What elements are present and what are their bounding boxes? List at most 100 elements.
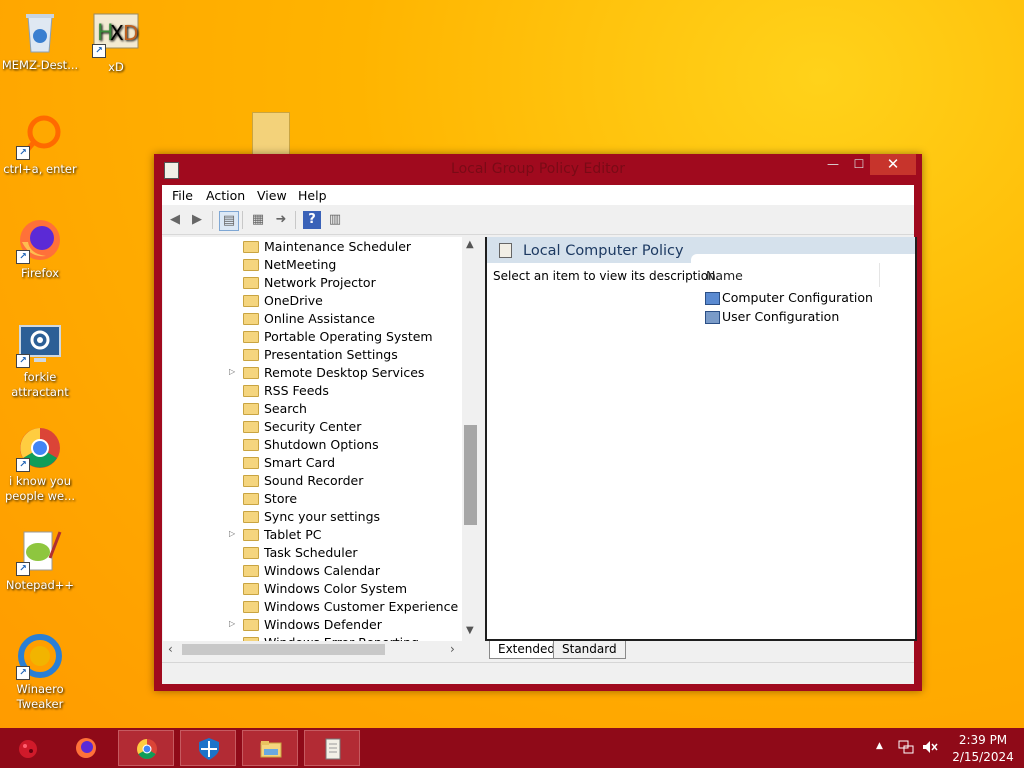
tree-item[interactable]: Windows Customer Experience Impro (163, 598, 479, 616)
tree-item[interactable]: Portable Operating System (163, 328, 463, 346)
policy-icon (499, 243, 512, 258)
properties-icon[interactable]: ▦ (249, 211, 267, 229)
tree-item[interactable]: ▷ Remote Desktop Services (163, 364, 463, 382)
tree-item[interactable]: ▷ Windows Defender (163, 616, 463, 634)
tree-item-label: RSS Feeds (264, 383, 329, 398)
shortcut-arrow-icon: ↗ (16, 666, 30, 680)
tree-item[interactable]: Sound Recorder (163, 472, 463, 490)
toolbar-separator (212, 211, 213, 229)
tree-item[interactable]: RSS Feeds (163, 382, 463, 400)
tree-item[interactable]: Maintenance Scheduler (163, 238, 463, 256)
tree-item[interactable]: NetMeeting (163, 256, 463, 274)
taskbar-group-policy-editor[interactable] (304, 730, 360, 766)
group-policy-editor-window: Local Group Policy Editor — ☐ ✕ File Act… (154, 154, 922, 691)
scroll-up-icon[interactable]: ▲ (466, 239, 474, 250)
menu-file[interactable]: File (172, 188, 193, 203)
list-header-area (691, 254, 915, 263)
desktop-icon-forkie-attractant[interactable]: ↗ forkie attractant (0, 320, 80, 400)
chrome-icon: ↗ (16, 424, 64, 472)
details-title: Local Computer Policy (523, 243, 684, 259)
tree-item[interactable]: Windows Color System (163, 580, 463, 598)
tree-item[interactable]: ▷ Tablet PC (163, 526, 463, 544)
scroll-left-icon[interactable]: ‹ (168, 642, 173, 656)
tree-vertical-scrollbar[interactable]: ▲ ▼ (462, 237, 479, 641)
tree-item[interactable]: Online Assistance (163, 310, 463, 328)
tree-item-label: Windows Customer Experience Impro (264, 599, 479, 614)
tree-item[interactable]: Store (163, 490, 463, 508)
folder-icon (243, 259, 259, 271)
desktop-icon-ctrl-a-enter[interactable]: ↗ ctrl+a, enter (0, 112, 80, 177)
title-bar[interactable]: Local Group Policy Editor — ☐ ✕ (154, 154, 922, 184)
desktop-icon-notepad-plus-plus[interactable]: ↗ Notepad++ (0, 528, 80, 593)
help-icon[interactable]: ? (303, 211, 321, 229)
folder-icon (243, 313, 259, 325)
desktop-icon-firefox[interactable]: ↗ Firefox (0, 216, 80, 281)
tree-item[interactable]: Network Projector (163, 274, 463, 292)
desktop-icon-winaero-tweaker[interactable]: ↗ Winaero Tweaker (0, 632, 80, 712)
window-client-area: File Action View Help ◀ ▶ ▤ ▦ ➜ ? ▥ Main… (162, 185, 917, 684)
details-pane: Local Computer Policy Select an item to … (485, 237, 917, 641)
menu-view[interactable]: View (257, 188, 287, 203)
tree-item[interactable]: Shutdown Options (163, 436, 463, 454)
show-hidden-icons-icon[interactable]: ▲ (876, 741, 883, 751)
toolbar-separator (295, 211, 296, 229)
policy-tree: Maintenance Scheduler NetMeeting Network P… (163, 237, 479, 641)
tree-item-label: NetMeeting (264, 257, 337, 272)
taskbar-file-explorer[interactable] (242, 730, 298, 766)
menu-action[interactable]: Action (206, 188, 245, 203)
tree-item[interactable]: Presentation Settings (163, 346, 463, 364)
tree-item[interactable]: Windows Error Reporting (163, 634, 463, 641)
expand-arrow-icon[interactable]: ▷ (229, 367, 235, 376)
tree-item-label: Search (264, 401, 307, 416)
start-button[interactable] (0, 730, 56, 766)
tree-item-label: Sync your settings (264, 509, 381, 524)
clock-date[interactable]: 2/15/2024 (950, 750, 1016, 764)
taskbar-firefox[interactable] (58, 730, 114, 766)
desktop-folder-icon[interactable] (252, 112, 290, 158)
winaero-tweaker-icon: ↗ (16, 632, 64, 680)
tab-standard[interactable]: Standard (553, 641, 626, 659)
desktop-icon-recycle-bin[interactable]: MEMZ-Dest... (0, 8, 80, 73)
tree-item-label: Task Scheduler (264, 545, 358, 560)
expand-arrow-icon[interactable]: ▷ (229, 619, 235, 628)
tree-item-label: Windows Defender (264, 617, 382, 632)
tree-item[interactable]: Search (163, 400, 463, 418)
desktop-icon-xd[interactable]: HXD ↗ xD (76, 10, 156, 75)
minimize-button[interactable]: — (820, 154, 846, 175)
tree-item[interactable]: Security Center (163, 418, 463, 436)
desktop-icon-label: ctrl+a, enter (3, 162, 77, 176)
folder-icon (243, 619, 259, 631)
close-button[interactable]: ✕ (870, 154, 916, 175)
scroll-down-icon[interactable]: ▼ (466, 625, 474, 636)
magnifier-icon: ↗ (16, 112, 64, 160)
taskbar-defender[interactable] (180, 730, 236, 766)
shortcut-arrow-icon: ↗ (16, 250, 30, 264)
desktop-icon-chrome[interactable]: ↗ i know you people we... (0, 424, 80, 504)
tree-item[interactable]: Task Scheduler (163, 544, 463, 562)
network-icon[interactable] (898, 739, 914, 758)
tree-item-label: Windows Calendar (264, 563, 380, 578)
tree-horizontal-scrollbar[interactable]: ‹ › (163, 641, 463, 658)
taskbar-chrome[interactable] (118, 730, 174, 766)
tree-item[interactable]: Smart Card (163, 454, 463, 472)
tree-item[interactable]: Windows Calendar (163, 562, 463, 580)
column-divider[interactable] (879, 263, 880, 287)
scroll-thumb-horizontal[interactable] (182, 644, 385, 655)
column-header-name[interactable]: Name (706, 268, 743, 283)
scroll-right-icon[interactable]: › (450, 642, 455, 656)
clock-time[interactable]: 2:39 PM (950, 733, 1016, 747)
back-arrow-icon[interactable]: ◀ (166, 211, 184, 229)
expand-arrow-icon[interactable]: ▷ (229, 529, 235, 538)
folder-icon (243, 385, 259, 397)
volume-muted-icon[interactable] (922, 739, 938, 758)
tree-item[interactable]: OneDrive (163, 292, 463, 310)
action-pane-icon[interactable]: ▥ (326, 211, 344, 229)
svg-text:D: D (123, 21, 138, 45)
scroll-thumb[interactable] (464, 425, 477, 525)
menu-help[interactable]: Help (298, 188, 327, 203)
tree-item[interactable]: Sync your settings (163, 508, 463, 526)
show-hide-tree-icon[interactable]: ▤ (219, 211, 239, 231)
maximize-button[interactable]: ☐ (846, 154, 872, 175)
export-list-icon[interactable]: ➜ (272, 211, 290, 229)
forward-arrow-icon[interactable]: ▶ (188, 211, 206, 229)
